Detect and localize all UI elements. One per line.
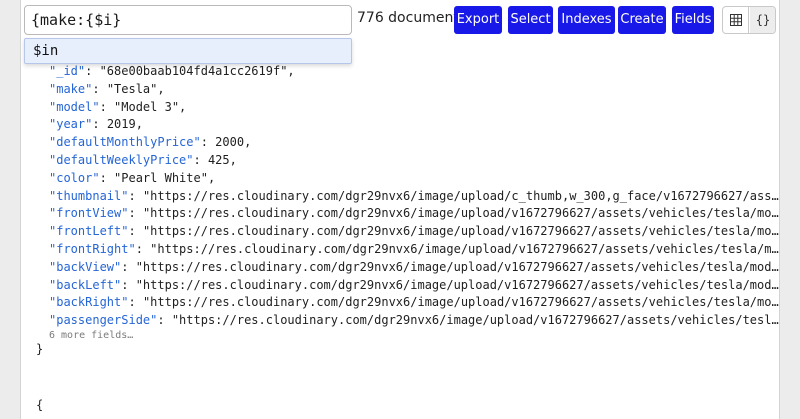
more-fields-link[interactable]: 6 more fields… [49,325,133,343]
document-field: "frontView": "https://res.cloudinary.com… [49,204,779,222]
field-value: "https://res.cloudinary.com/dgr29nvx6/im… [142,188,779,203]
field-separator: : [128,188,143,203]
document-field: "make": "Tesla", [49,80,779,98]
indexes-button[interactable]: Indexes [558,6,615,34]
field-separator: : [85,64,100,78]
field-value: "https://res.cloudinary.com/dgr29nvx6/im… [150,242,779,256]
fields-button[interactable]: Fields [672,6,714,34]
field-key: "frontLeft" [49,224,129,239]
document-field: "frontLeft": "https://res.cloudinary.com… [49,222,779,240]
toolbar: 776 documents Export Select Indexes Crea… [21,0,779,40]
document-field: "_id": "68e00baab104fd4a1cc2619f", [49,62,779,80]
field-separator: : [99,170,115,185]
field-key: "backRight" [49,295,129,310]
document-field: "passengerSide": "https://res.cloudinary… [49,311,779,329]
field-value: "https://res.cloudinary.com/dgr29nvx6/im… [171,313,779,328]
document-field: "color": "Pearl White", [49,169,779,187]
document-field: "backRight": "https://res.cloudinary.com… [49,293,779,311]
field-separator: : [99,99,115,114]
field-value: 425, [207,153,237,167]
field-key: "model" [49,99,100,114]
create-button[interactable]: Create [618,6,666,34]
document-field: "defaultWeeklyPrice": 425, [49,151,779,169]
document-field: "year": 2019, [49,115,779,133]
field-key: "defaultMonthlyPrice" [49,135,201,150]
more-fields-label: 6 more fields… [49,330,134,341]
field-key: "backLeft" [49,277,122,292]
field-separator: : [92,117,107,132]
export-button[interactable]: Export [454,6,502,34]
select-button[interactable]: Select [508,6,553,34]
document-field: "defaultMonthlyPrice": 2000, [49,133,779,151]
field-value: "Tesla", [106,81,165,96]
field-value: "Model 3", [114,99,187,114]
field-separator: : [121,277,136,292]
field-separator: : [157,313,172,328]
table-icon [729,14,742,26]
field-separator: : [128,206,143,221]
document-field: "model": "Model 3", [49,98,779,116]
document-count: 776 documents [357,10,467,26]
field-key: "frontView" [49,206,129,221]
table-view-button[interactable] [723,7,749,33]
field-separator: : [128,295,143,310]
field-key: "_id" [49,64,86,78]
document-field: "backView": "https://res.cloudinary.com/… [49,258,780,276]
field-key: "thumbnail" [49,188,129,203]
field-value: "https://res.cloudinary.com/dgr29nvx6/im… [142,224,779,239]
document-field: "frontRight": "https://res.cloudinary.co… [49,240,779,258]
field-key: "frontRight" [49,242,136,256]
field-value: "https://res.cloudinary.com/dgr29nvx6/im… [142,295,779,310]
results-panel: 776 documents Export Select Indexes Crea… [20,0,780,419]
document-close-brace: } [36,342,44,356]
field-separator: : [135,242,151,256]
field-key: "backView" [49,259,122,274]
json-view-button[interactable]: {} [750,7,775,33]
field-separator: : [200,135,216,150]
autocomplete-suggestion[interactable]: $in [24,38,352,64]
field-value: "https://res.cloudinary.com/dgr29nvx6/im… [142,206,779,221]
field-key: "defaultWeeklyPrice" [49,153,194,167]
query-input[interactable] [24,5,352,35]
field-value: "Pearl White", [114,170,216,185]
document-field: "thumbnail": "https://res.cloudinary.com… [49,187,779,205]
view-toggle: {} [722,6,776,34]
braces-icon: {} [755,13,771,27]
field-value: "68e00baab104fd4a1cc2619f", [99,64,295,78]
next-document-open-brace: { [36,398,44,412]
field-separator: : [128,224,143,239]
field-separator: : [92,81,107,96]
field-key: "make" [49,81,93,96]
field-key: "color" [49,170,100,185]
field-value: "https://res.cloudinary.com/dgr29nvx6/im… [135,259,780,274]
field-value: 2000, [215,135,252,150]
document-field: "backLeft": "https://res.cloudinary.com/… [49,276,780,294]
field-value: "https://res.cloudinary.com/dgr29nvx6/im… [135,277,780,292]
field-value: 2019, [106,117,143,132]
field-separator: : [121,259,136,274]
field-separator: : [193,153,208,167]
field-key: "year" [49,117,93,132]
